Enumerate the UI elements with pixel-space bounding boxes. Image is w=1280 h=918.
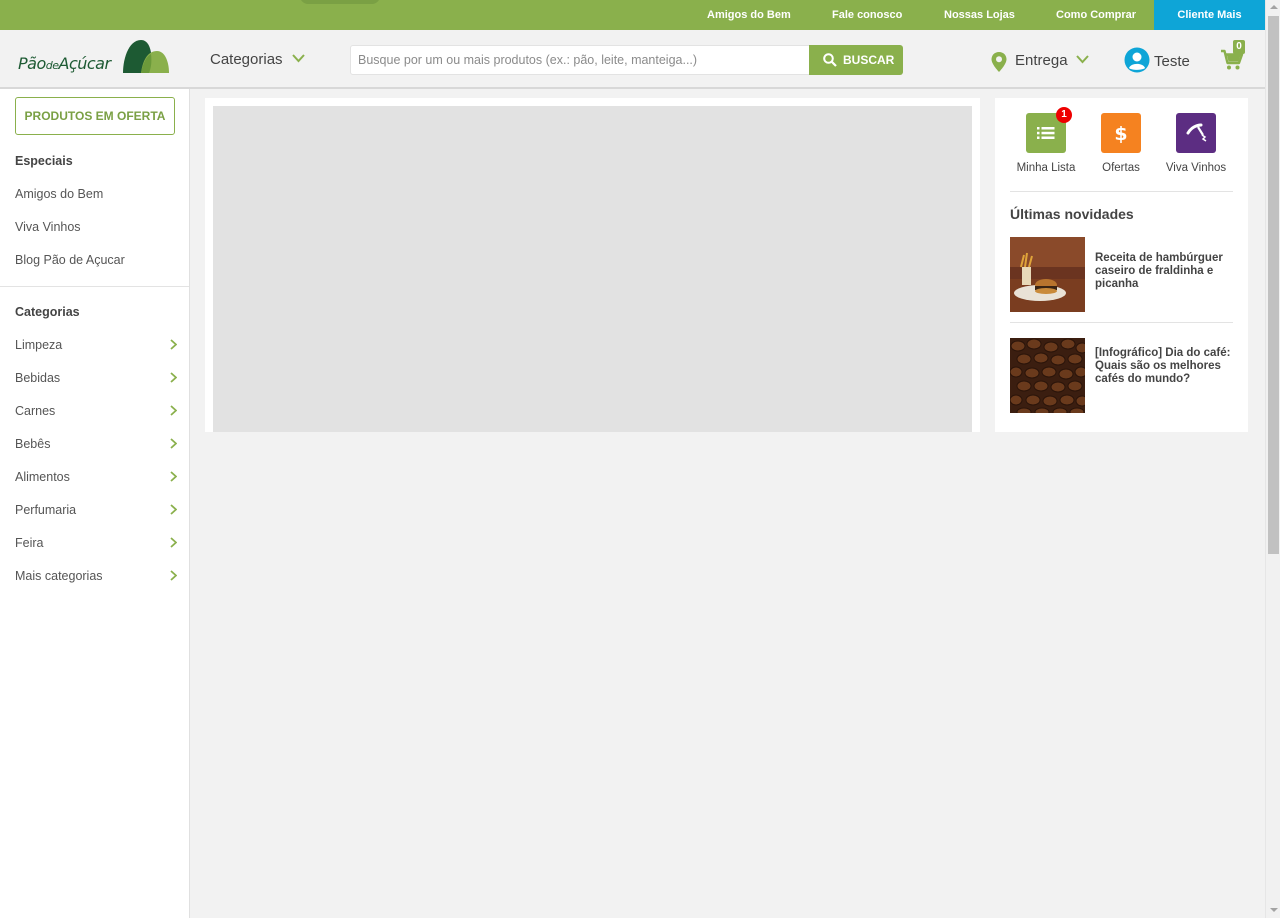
list-count-badge: 1 — [1056, 107, 1072, 123]
sidebar-category-perfumaria[interactable]: Perfumaria — [15, 503, 177, 517]
category-label: Limpeza — [15, 338, 63, 352]
banner-card — [205, 98, 980, 432]
category-label: Carnes — [15, 404, 56, 418]
cart-count-badge: 0 — [1233, 40, 1245, 54]
sidebar-category-mais-categorias[interactable]: Mais categorias — [15, 569, 177, 583]
quick-link-viva-vinhos[interactable]: Viva Vinhos — [1161, 113, 1231, 174]
right-panel: 1 Minha Lista $ Ofertas Viva Vinhos Últi… — [995, 98, 1248, 432]
sidebar-category-bebes[interactable]: Bebês — [15, 437, 177, 451]
category-label: Bebidas — [15, 371, 61, 385]
news-item-text: Receita de hambúrguer caseiro de fraldin… — [1095, 252, 1223, 290]
categories-dropdown[interactable]: Categorias — [210, 30, 305, 89]
news-item[interactable]: [Infográfico] Dia do café: Quais são os … — [1010, 338, 1235, 413]
header: PãodeAçúcar Categorias Busque por um ou … — [0, 30, 1265, 89]
chevron-right-icon — [170, 504, 177, 515]
topbar-link-como-comprar[interactable]: Como Comprar — [1056, 0, 1136, 30]
panel-divider — [1010, 322, 1233, 323]
quick-link-label: Ofertas — [1102, 162, 1140, 174]
search-input[interactable]: Busque por um ou mais produtos (ex.: pão… — [350, 45, 810, 75]
search-icon — [823, 53, 837, 67]
top-bar: Amigos do Bem Fale conosco Nossas Lojas … — [0, 0, 1265, 30]
coffee-beans-thumbnail — [1010, 338, 1085, 413]
sidebar-category-alimentos[interactable]: Alimentos — [15, 470, 177, 484]
corkscrew-icon — [1176, 113, 1216, 153]
scroll-down-arrow-icon[interactable] — [1270, 908, 1278, 912]
sidebar-category-bebidas[interactable]: Bebidas — [15, 371, 177, 385]
list-icon: 1 — [1026, 107, 1072, 153]
banner-placeholder[interactable] — [213, 106, 972, 432]
burger-thumbnail — [1010, 237, 1085, 312]
category-label: Feira — [15, 536, 44, 550]
svg-text:$: $ — [1114, 123, 1127, 144]
user-name: Teste — [1154, 53, 1190, 70]
top-bar-decoration — [300, 0, 380, 4]
logo-text: PãodeAçúcar — [18, 54, 111, 73]
quick-link-label: Viva Vinhos — [1165, 162, 1227, 174]
dollar-icon: $ — [1101, 113, 1141, 153]
delivery-label: Entrega — [1015, 52, 1068, 69]
search-button[interactable]: BUSCAR — [809, 45, 903, 75]
sidebar-item-viva-vinhos[interactable]: Viva Vinhos — [15, 220, 81, 234]
topbar-link-nossas-lojas[interactable]: Nossas Lojas — [944, 0, 1015, 30]
chevron-down-icon — [292, 54, 305, 63]
logo-mark-icon — [123, 40, 169, 73]
chevron-right-icon — [170, 372, 177, 383]
categories-label: Categorias — [210, 51, 283, 68]
cliente-mais-button[interactable]: Cliente Mais — [1154, 0, 1265, 30]
news-item[interactable]: Receita de hambúrguer caseiro de fraldin… — [1010, 237, 1235, 312]
chevron-right-icon — [170, 339, 177, 350]
sidebar-category-feira[interactable]: Feira — [15, 536, 177, 550]
sidebar-divider — [0, 286, 189, 287]
news-title: Últimas novidades — [1010, 206, 1134, 222]
chevron-right-icon — [170, 570, 177, 581]
chevron-right-icon — [170, 537, 177, 548]
quick-link-ofertas[interactable]: $ Ofertas — [1086, 113, 1156, 174]
user-avatar-icon — [1124, 47, 1150, 73]
category-label: Bebês — [15, 437, 51, 451]
news-item-text: [Infográfico] Dia do café: Quais são os … — [1095, 347, 1231, 385]
category-label: Perfumaria — [15, 503, 77, 517]
chevron-right-icon — [170, 471, 177, 482]
chevron-right-icon — [170, 438, 177, 449]
location-pin-icon — [991, 52, 1007, 72]
chevron-down-icon — [1076, 55, 1089, 64]
logo[interactable]: PãodeAçúcar — [18, 38, 173, 78]
sidebar-category-carnes[interactable]: Carnes — [15, 404, 177, 418]
user-account[interactable]: Teste — [1124, 47, 1190, 78]
products-on-offer-button[interactable]: PRODUTOS EM OFERTA — [15, 97, 175, 135]
specials-title: Especiais — [15, 154, 73, 168]
search-button-label: BUSCAR — [843, 53, 895, 67]
category-label: Mais categorias — [15, 569, 103, 583]
scroll-up-arrow-icon[interactable] — [1270, 5, 1278, 9]
sidebar-item-amigos-do-bem[interactable]: Amigos do Bem — [15, 187, 103, 201]
topbar-link-amigos-do-bem[interactable]: Amigos do Bem — [707, 0, 791, 30]
categories-title: Categorias — [15, 305, 80, 319]
sidebar-category-limpeza[interactable]: Limpeza — [15, 338, 177, 352]
panel-divider — [1010, 191, 1233, 192]
scrollbar-thumb[interactable] — [1268, 16, 1279, 554]
quick-link-label: Minha Lista — [1016, 162, 1076, 174]
cart-button[interactable]: 0 — [1220, 40, 1245, 76]
page-scrollbar[interactable] — [1265, 0, 1280, 918]
topbar-link-fale-conosco[interactable]: Fale conosco — [832, 0, 902, 30]
sidebar: PRODUTOS EM OFERTA Especiais Amigos do B… — [0, 89, 190, 918]
quick-link-minha-lista[interactable]: 1 Minha Lista — [1011, 107, 1081, 174]
sidebar-item-blog[interactable]: Blog Pão de Açucar — [15, 253, 125, 267]
chevron-right-icon — [170, 405, 177, 416]
category-label: Alimentos — [15, 470, 70, 484]
